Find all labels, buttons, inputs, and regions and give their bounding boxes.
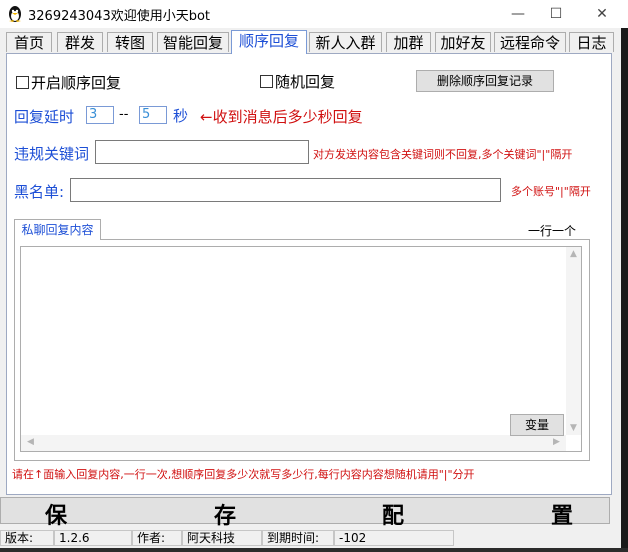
keywords-input[interactable] — [95, 140, 309, 164]
window-edge — [621, 28, 628, 552]
window-title: 3269243043欢迎使用小天bot — [28, 9, 211, 24]
tab-log[interactable]: 日志 — [569, 32, 614, 52]
author-value: 阿天科技 — [182, 530, 262, 546]
save-config-button[interactable]: 保 存 配 置 — [0, 497, 610, 529]
delay-unit: 秒 — [173, 107, 189, 125]
expire-value: -102 — [334, 530, 454, 546]
vertical-scrollbar[interactable]: ▲ ▼ — [566, 247, 581, 435]
enable-sequential-label: 开启顺序回复 — [31, 74, 122, 92]
tab-remote-command[interactable]: 远程命令 — [494, 32, 566, 52]
enable-sequential-checkbox[interactable]: 开启顺序回复 — [16, 72, 121, 93]
keywords-label: 违规关键词 — [14, 145, 90, 163]
scroll-left-icon[interactable]: ◀ — [23, 437, 38, 447]
author-label: 作者: — [132, 530, 182, 546]
delay-label: 回复延时 — [14, 108, 75, 126]
tab-smart-reply[interactable]: 智能回复 — [157, 32, 229, 52]
save-char: 保 — [45, 503, 68, 529]
checkbox-box — [260, 75, 273, 88]
delay-separator: -- — [119, 107, 129, 122]
random-reply-label: 随机回复 — [275, 73, 336, 91]
tab-new-member[interactable]: 新人入群 — [309, 32, 382, 52]
penguin-icon — [9, 6, 21, 22]
delay-max-input[interactable]: 5 — [139, 106, 167, 124]
status-bar: 版本: 1.2.6 作者: 阿天科技 到期时间: -102 — [0, 528, 628, 548]
main-tab-strip: 首页 群发 转图 智能回复 顺序回复 新人入群 加群 加好友 远程命令 日志 — [6, 30, 620, 54]
save-char: 存 — [214, 503, 237, 529]
scroll-up-icon[interactable]: ▲ — [566, 249, 581, 259]
checkbox-box — [16, 76, 29, 89]
tab-private-reply[interactable]: 私聊回复内容 — [14, 219, 101, 240]
keywords-hint: 对方发送内容包含关键词则不回复,多个关键词"|"隔开 — [313, 148, 573, 161]
delete-records-button[interactable]: 删除顺序回复记录 — [416, 70, 554, 92]
footer-hint: 请在↑面输入回复内容,一行一次,想顺序回复多少次就写多少行,每行内容内容想随机请… — [12, 468, 475, 481]
scroll-right-icon[interactable]: ▶ — [549, 437, 564, 447]
close-button[interactable]: ✕ — [588, 4, 616, 24]
minimize-button[interactable]: — — [504, 4, 532, 24]
blacklist-hint: 多个账号"|"隔开 — [511, 185, 591, 198]
expire-label: 到期时间: — [262, 530, 334, 546]
scroll-down-icon[interactable]: ▼ — [566, 423, 581, 433]
tab-home[interactable]: 首页 — [6, 32, 52, 52]
blacklist-label: 黑名单: — [14, 183, 65, 201]
horizontal-scrollbar[interactable]: ◀ ▶ — [21, 435, 566, 451]
variable-button[interactable]: 变量 — [510, 414, 564, 436]
save-char: 置 — [551, 503, 574, 529]
window-edge — [0, 548, 628, 552]
delay-hint: ←收到消息后多少秒回复 — [200, 108, 363, 126]
maximize-button[interactable]: ☐ — [542, 4, 570, 24]
blacklist-input[interactable] — [70, 178, 501, 202]
tab-add-friend[interactable]: 加好友 — [435, 32, 491, 52]
version-value: 1.2.6 — [54, 530, 132, 546]
tab-join-group[interactable]: 加群 — [386, 32, 431, 52]
save-char: 配 — [382, 503, 405, 529]
tab-sequential-reply[interactable]: 顺序回复 — [231, 30, 307, 54]
title-bar: 3269243043欢迎使用小天bot — ☐ ✕ — [0, 0, 628, 28]
tab-convert-image[interactable]: 转图 — [107, 32, 153, 52]
delay-min-input[interactable]: 3 — [86, 106, 114, 124]
version-label: 版本: — [0, 530, 54, 546]
tab-mass-send[interactable]: 群发 — [57, 32, 103, 52]
one-per-line-label: 一行一个 — [528, 224, 577, 238]
random-reply-checkbox[interactable]: 随机回复 — [260, 71, 335, 92]
private-reply-textarea[interactable] — [20, 246, 582, 452]
